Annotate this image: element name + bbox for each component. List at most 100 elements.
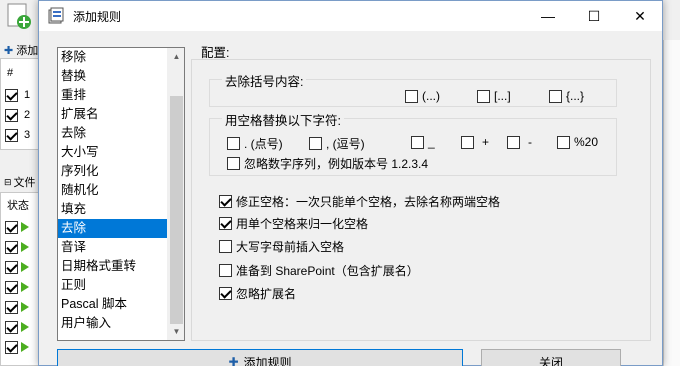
bracket-round-checkbox[interactable] (405, 89, 418, 103)
file-checkbox[interactable] (5, 340, 18, 354)
replace-minus-checkbox[interactable] (507, 135, 520, 149)
add-rule-button[interactable]: ✚ 添加规则 (57, 349, 463, 366)
replace-percent20-option[interactable]: %20 (557, 135, 598, 149)
rule-item-rearrange[interactable]: 重排 (58, 86, 184, 105)
space-before-capitals-option[interactable]: 大写字母前插入空格 (219, 238, 344, 255)
fix-spaces-checkbox[interactable] (219, 195, 232, 208)
replace-underscore-option[interactable]: _ (411, 135, 435, 149)
rule-item-replace[interactable]: 替换 (58, 67, 184, 86)
file-row[interactable] (5, 237, 29, 257)
rule-item-user-input[interactable]: 用户输入 (58, 314, 184, 333)
rule-item-padding[interactable]: 填充 (58, 200, 184, 219)
rule-row-number: 3 (24, 129, 31, 141)
file-row[interactable] (5, 337, 29, 357)
add-rule-button-label: 添加规则 (243, 355, 292, 366)
dialog-title: 添加规则 (73, 10, 122, 24)
rule-row-checkbox[interactable] (5, 88, 18, 102)
add-file-icon[interactable] (4, 2, 34, 30)
arrow-icon (21, 262, 29, 272)
normalize-spaces-label: 用单个空格来归一化空格 (236, 217, 369, 231)
rule-type-list[interactable]: 移除 替换 重排 扩展名 去除 大小写 序列化 随机化 填充 去除 音译 日期格… (57, 47, 185, 341)
dialog-titlebar[interactable]: 添加规则 — ☐ ✕ (39, 1, 662, 31)
rule-item-remove[interactable]: 移除 (58, 48, 184, 67)
files-panel: 状态 (0, 192, 40, 366)
file-checkbox[interactable] (5, 240, 18, 254)
rules-panel: # 1 2 3 (0, 58, 40, 150)
rule-item-extension[interactable]: 扩展名 (58, 105, 184, 124)
replace-dot-checkbox[interactable] (227, 137, 240, 150)
status-header: 状态 (7, 200, 29, 212)
rule-item-case[interactable]: 大小写 (58, 143, 184, 162)
minimize-button[interactable]: — (525, 1, 571, 31)
file-checkbox[interactable] (5, 220, 18, 234)
fix-spaces-option[interactable]: 修正空格：一次只能单个空格，去除名称两端空格 (219, 193, 500, 210)
file-row[interactable] (5, 277, 29, 297)
ignore-extension-option[interactable]: 忽略扩展名 (219, 285, 296, 302)
rule-item-strip[interactable]: 去除 (58, 124, 184, 143)
bracket-square-label: [...] (494, 89, 511, 103)
ignore-extension-checkbox[interactable] (219, 287, 232, 300)
normalize-spaces-option[interactable]: 用单个空格来归一化空格 (219, 215, 368, 232)
replace-dot-option[interactable]: . (点号) (227, 135, 283, 152)
rule-item-transliterate[interactable]: 音译 (58, 238, 184, 257)
space-before-capitals-checkbox[interactable] (219, 240, 232, 253)
maximize-button[interactable]: ☐ (571, 1, 617, 31)
rule-item-regex[interactable]: 正则 (58, 276, 184, 295)
replace-plus-checkbox[interactable] (461, 135, 474, 149)
bracket-curly-option[interactable]: {...} (549, 89, 584, 103)
scrollbar-thumb[interactable] (170, 96, 183, 324)
file-row[interactable] (5, 297, 29, 317)
replace-plus-option[interactable]: + (461, 135, 489, 149)
rule-list-scrollbar[interactable]: ▲ ▼ (167, 48, 184, 340)
file-checkbox[interactable] (5, 320, 18, 334)
file-row[interactable] (5, 217, 29, 237)
file-checkbox[interactable] (5, 260, 18, 274)
scroll-down-arrow-icon[interactable]: ▼ (168, 323, 184, 340)
rule-item-randomize[interactable]: 随机化 (58, 181, 184, 200)
replace-comma-option[interactable]: , (逗号) (309, 135, 365, 152)
rule-item-serialize[interactable]: 序列化 (58, 162, 184, 181)
rule-row[interactable]: 3 (5, 125, 30, 145)
rule-item-cleanup-selected[interactable]: 去除 (58, 219, 184, 238)
replace-minus-option[interactable]: - (507, 135, 532, 149)
rule-row-checkbox[interactable] (5, 108, 18, 122)
sharepoint-checkbox[interactable] (219, 264, 232, 277)
files-toolbar[interactable]: ⊟ 文件 (4, 172, 36, 192)
close-button-label: 关闭 (538, 355, 563, 366)
scroll-up-arrow-icon[interactable]: ▲ (168, 48, 184, 65)
bracket-round-option[interactable]: (...) (405, 89, 440, 103)
ignore-numeric-checkbox[interactable] (227, 157, 240, 170)
rule-row[interactable]: 1 (5, 85, 30, 105)
files-label: 文件 (13, 177, 36, 189)
sharepoint-option[interactable]: 准备到 SharePoint（包含扩展名） (219, 262, 419, 279)
bracket-square-option[interactable]: [...] (477, 89, 511, 103)
ignore-numeric-option[interactable]: 忽略数字序列，例如版本号 1.2.3.4 (227, 155, 428, 172)
main-window-scroll-area (663, 40, 680, 366)
hash-header: # (7, 67, 14, 79)
bracket-square-checkbox[interactable] (477, 89, 490, 103)
file-row[interactable] (5, 257, 29, 277)
close-button[interactable]: 关闭 (481, 349, 621, 366)
bracket-curly-label: {...} (566, 89, 585, 103)
normalize-spaces-checkbox[interactable] (219, 217, 232, 230)
file-checkbox[interactable] (5, 280, 18, 294)
replace-percent20-checkbox[interactable] (557, 135, 570, 149)
add-rule-toolbar-button[interactable]: ✚ 添加 (4, 40, 38, 60)
replace-underscore-checkbox[interactable] (411, 135, 424, 149)
file-checkbox[interactable] (5, 300, 18, 314)
replace-comma-checkbox[interactable] (309, 137, 322, 150)
file-row[interactable] (5, 317, 29, 337)
arrow-icon (21, 222, 29, 232)
rule-row-number: 1 (24, 89, 31, 101)
rule-item-reformat-date[interactable]: 日期格式重转 (58, 257, 184, 276)
close-window-button[interactable]: ✕ (617, 1, 663, 31)
bracket-curly-checkbox[interactable] (549, 89, 562, 103)
add-label: 添加 (16, 45, 39, 57)
ignore-extension-label: 忽略扩展名 (236, 287, 297, 301)
replace-percent20-label: %20 (574, 135, 599, 149)
rule-item-pascal-script[interactable]: Pascal 脚本 (58, 295, 184, 314)
rule-row[interactable]: 2 (5, 105, 30, 125)
rule-row-checkbox[interactable] (5, 128, 18, 142)
files-icon: ⊟ (4, 176, 12, 187)
replace-plus-label: + (482, 135, 490, 149)
